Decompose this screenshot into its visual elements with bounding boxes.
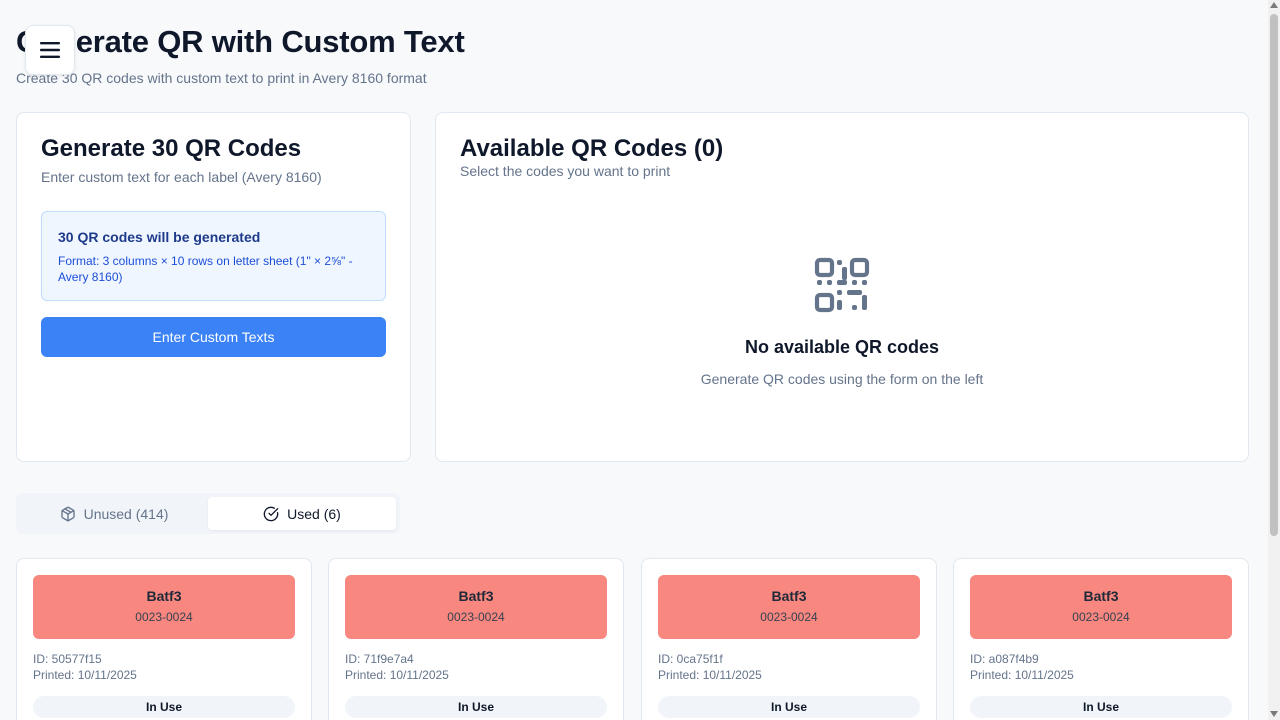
qr-code-id: ID: 71f9e7a4	[345, 652, 414, 666]
tabs: Unused (414) Used (6)	[16, 493, 400, 534]
page-title: Generate QR with Custom Text	[16, 24, 465, 59]
tab-unused-label: Unused (414)	[83, 505, 169, 522]
info-text: Format: 3 columns × 10 rows on letter sh…	[58, 254, 353, 284]
qr-code-printed-date: Printed: 10/11/2025	[345, 668, 449, 682]
qr-code-id: ID: 0ca75f1f	[658, 652, 723, 666]
qr-code-printed-date: Printed: 10/11/2025	[970, 668, 1074, 682]
available-codes-subtitle: Select the codes you want to print	[460, 163, 671, 179]
tab-used[interactable]: Used (6)	[208, 497, 396, 530]
tab-used-label: Used (6)	[287, 505, 341, 522]
qr-code-printed-date: Printed: 10/11/2025	[33, 668, 137, 682]
qr-code-card[interactable]: Batf3 0023-0024 ID: 71f9e7a4 Printed: 10…	[328, 558, 624, 720]
generate-card-title: Generate 30 QR Codes	[41, 135, 302, 162]
check-circle-icon	[263, 506, 279, 521]
page-subtitle: Create 30 QR codes with custom text to p…	[16, 70, 427, 86]
status-badge: In Use	[345, 696, 607, 718]
qr-label-number: 0023-0024	[760, 610, 818, 624]
package-icon	[60, 506, 75, 521]
qr-code-card[interactable]: Batf3 0023-0024 ID: 0ca75f1f Printed: 10…	[641, 558, 937, 720]
status-badge: In Use	[970, 696, 1232, 718]
qr-code-card[interactable]: Batf3 0023-0024 ID: 50577f15 Printed: 10…	[16, 558, 312, 720]
qr-label-number: 0023-0024	[1072, 610, 1130, 624]
hamburger-menu-icon	[40, 42, 60, 58]
qr-label-name: Batf3	[771, 588, 807, 604]
generate-card-subtitle: Enter custom text for each label (Avery …	[41, 169, 322, 185]
qr-code-printed-date: Printed: 10/11/2025	[658, 668, 762, 682]
qr-label-name: Batf3	[1083, 588, 1119, 604]
qr-code-id: ID: 50577f15	[33, 652, 102, 666]
qr-label-name: Batf3	[146, 588, 182, 604]
qr-label-name: Batf3	[458, 588, 494, 604]
info-title: 30 QR codes will be generated	[58, 229, 261, 245]
menu-button[interactable]	[25, 25, 75, 75]
tab-unused[interactable]: Unused (414)	[20, 497, 208, 530]
qr-code-id: ID: a087f4b9	[970, 652, 1039, 666]
status-badge: In Use	[658, 696, 920, 718]
scroll-up-arrow[interactable]	[1270, 2, 1278, 8]
qr-code-card[interactable]: Batf3 0023-0024 ID: a087f4b9 Printed: 10…	[953, 558, 1249, 720]
scroll-down-arrow[interactable]	[1270, 711, 1278, 717]
generate-card: Generate 30 QR Codes Enter custom text f…	[16, 112, 411, 462]
qr-code-icon	[814, 257, 870, 313]
qr-label: Batf3 0023-0024	[33, 575, 295, 639]
status-badge: In Use	[33, 696, 295, 718]
empty-state-title: No available QR codes	[744, 337, 940, 357]
qr-label: Batf3 0023-0024	[345, 575, 607, 639]
page-scrollbar[interactable]	[1268, 0, 1280, 720]
qr-label: Batf3 0023-0024	[658, 575, 920, 639]
qr-label-number: 0023-0024	[135, 610, 193, 624]
available-codes-card: Available QR Codes (0) Select the codes …	[435, 112, 1249, 462]
available-codes-title: Available QR Codes (0)	[460, 135, 724, 162]
enter-custom-texts-button[interactable]: Enter Custom Texts	[41, 317, 386, 357]
qr-label: Batf3 0023-0024	[970, 575, 1232, 639]
qr-label-number: 0023-0024	[447, 610, 505, 624]
empty-state-subtitle: Generate QR codes using the form on the …	[700, 371, 984, 387]
scroll-thumb[interactable]	[1270, 14, 1278, 536]
info-box: 30 QR codes will be generated Format: 3 …	[41, 211, 386, 301]
